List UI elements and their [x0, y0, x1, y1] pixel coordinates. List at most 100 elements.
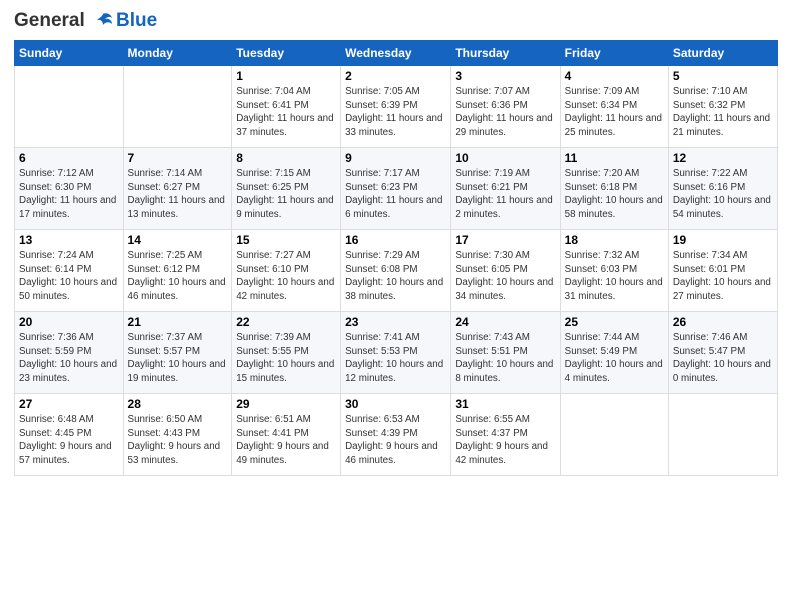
day-detail: Sunrise: 6:55 AMSunset: 4:37 PMDaylight:… — [455, 413, 555, 468]
day-detail: Sunrise: 7:41 AMSunset: 5:53 PMDaylight:… — [345, 331, 446, 386]
day-detail: Sunrise: 7:15 AMSunset: 6:25 PMDaylight:… — [236, 167, 336, 222]
calendar-cell: 5 Sunrise: 7:10 AMSunset: 6:32 PMDaylight… — [668, 66, 777, 148]
calendar-cell: 6 Sunrise: 7:12 AMSunset: 6:30 PMDaylight… — [15, 148, 124, 230]
calendar-cell: 15Sunrise: 7:27 AMSunset: 6:10 PMDayligh… — [232, 230, 341, 312]
calendar-cell: 30 Sunrise: 6:53 AMSunset: 4:39 PMDayligh… — [341, 394, 451, 476]
logo-bird-icon — [92, 10, 114, 32]
calendar-cell: 26 Sunrise: 7:46 AMSunset: 5:47 PMDayligh… — [668, 312, 777, 394]
day-number: 24 — [455, 315, 555, 329]
day-number: 19 — [673, 233, 773, 247]
calendar-cell: 4 Sunrise: 7:09 AMSunset: 6:34 PMDaylight… — [560, 66, 668, 148]
calendar-cell: 18 Sunrise: 7:32 AMSunset: 6:03 PMDayligh… — [560, 230, 668, 312]
calendar-cell: 2 Sunrise: 7:05 AMSunset: 6:39 PMDaylight… — [341, 66, 451, 148]
day-number: 6 — [19, 151, 119, 165]
day-number: 20 — [19, 315, 119, 329]
calendar-cell: 14Sunrise: 7:25 AMSunset: 6:12 PMDayligh… — [123, 230, 232, 312]
calendar-cell: 24 Sunrise: 7:43 AMSunset: 5:51 PMDayligh… — [451, 312, 560, 394]
weekday-header-row: SundayMondayTuesdayWednesdayThursdayFrid… — [15, 41, 778, 66]
calendar-cell: 9 Sunrise: 7:17 AMSunset: 6:23 PMDaylight… — [341, 148, 451, 230]
calendar-week-row: 20 Sunrise: 7:36 AMSunset: 5:59 PMDayligh… — [15, 312, 778, 394]
day-detail: Sunrise: 7:10 AMSunset: 6:32 PMDaylight:… — [673, 85, 773, 140]
day-detail: Sunrise: 7:30 AMSunset: 6:05 PMDaylight:… — [455, 249, 555, 304]
day-number: 3 — [455, 69, 555, 83]
day-detail: Sunrise: 7:04 AMSunset: 6:41 PMDaylight:… — [236, 85, 336, 140]
day-number: 2 — [345, 69, 446, 83]
day-detail: Sunrise: 7:39 AMSunset: 5:55 PMDaylight:… — [236, 331, 336, 386]
day-number: 27 — [19, 397, 119, 411]
day-number: 15 — [236, 233, 336, 247]
day-number: 1 — [236, 69, 336, 83]
calendar-cell: 25 Sunrise: 7:44 AMSunset: 5:49 PMDayligh… — [560, 312, 668, 394]
day-number: 18 — [565, 233, 664, 247]
calendar-cell: 23 Sunrise: 7:41 AMSunset: 5:53 PMDayligh… — [341, 312, 451, 394]
calendar-week-row: 13 Sunrise: 7:24 AMSunset: 6:14 PMDayligh… — [15, 230, 778, 312]
logo: General Blue — [14, 10, 157, 32]
calendar-cell: 11Sunrise: 7:20 AMSunset: 6:18 PMDayligh… — [560, 148, 668, 230]
calendar-cell: 27 Sunrise: 6:48 AMSunset: 4:45 PMDayligh… — [15, 394, 124, 476]
day-detail: Sunrise: 6:51 AMSunset: 4:41 PMDaylight:… — [236, 413, 336, 468]
day-detail: Sunrise: 7:34 AMSunset: 6:01 PMDaylight:… — [673, 249, 773, 304]
day-detail: Sunrise: 6:48 AMSunset: 4:45 PMDaylight:… — [19, 413, 119, 468]
day-detail: Sunrise: 7:29 AMSunset: 6:08 PMDaylight:… — [345, 249, 446, 304]
day-detail: Sunrise: 7:46 AMSunset: 5:47 PMDaylight:… — [673, 331, 773, 386]
weekday-header-thursday: Thursday — [451, 41, 560, 66]
day-detail: Sunrise: 7:17 AMSunset: 6:23 PMDaylight:… — [345, 167, 446, 222]
weekday-header-friday: Friday — [560, 41, 668, 66]
day-detail: Sunrise: 6:50 AMSunset: 4:43 PMDaylight:… — [128, 413, 228, 468]
day-number: 21 — [128, 315, 228, 329]
day-number: 10 — [455, 151, 555, 165]
day-number: 12 — [673, 151, 773, 165]
calendar-cell: 13 Sunrise: 7:24 AMSunset: 6:14 PMDayligh… — [15, 230, 124, 312]
calendar-cell: 19 Sunrise: 7:34 AMSunset: 6:01 PMDayligh… — [668, 230, 777, 312]
day-detail: Sunrise: 7:37 AMSunset: 5:57 PMDaylight:… — [128, 331, 228, 386]
calendar-cell — [668, 394, 777, 476]
calendar-cell: 1 Sunrise: 7:04 AMSunset: 6:41 PMDaylight… — [232, 66, 341, 148]
day-number: 5 — [673, 69, 773, 83]
weekday-header-wednesday: Wednesday — [341, 41, 451, 66]
day-number: 17 — [455, 233, 555, 247]
day-detail: Sunrise: 7:05 AMSunset: 6:39 PMDaylight:… — [345, 85, 446, 140]
day-detail: Sunrise: 7:22 AMSunset: 6:16 PMDaylight:… — [673, 167, 773, 222]
day-detail: Sunrise: 7:14 AMSunset: 6:27 PMDaylight:… — [128, 167, 228, 222]
day-detail: Sunrise: 7:09 AMSunset: 6:34 PMDaylight:… — [565, 85, 664, 140]
calendar-week-row: 6 Sunrise: 7:12 AMSunset: 6:30 PMDaylight… — [15, 148, 778, 230]
day-number: 22 — [236, 315, 336, 329]
weekday-header-saturday: Saturday — [668, 41, 777, 66]
day-detail: Sunrise: 7:43 AMSunset: 5:51 PMDaylight:… — [455, 331, 555, 386]
calendar-cell: 28 Sunrise: 6:50 AMSunset: 4:43 PMDayligh… — [123, 394, 232, 476]
day-detail: Sunrise: 7:44 AMSunset: 5:49 PMDaylight:… — [565, 331, 664, 386]
day-number: 26 — [673, 315, 773, 329]
day-number: 8 — [236, 151, 336, 165]
calendar-week-row: 27 Sunrise: 6:48 AMSunset: 4:45 PMDayligh… — [15, 394, 778, 476]
calendar-cell: 3 Sunrise: 7:07 AMSunset: 6:36 PMDaylight… — [451, 66, 560, 148]
day-number: 31 — [455, 397, 555, 411]
calendar-cell: 21 Sunrise: 7:37 AMSunset: 5:57 PMDayligh… — [123, 312, 232, 394]
day-detail: Sunrise: 7:32 AMSunset: 6:03 PMDaylight:… — [565, 249, 664, 304]
day-number: 7 — [128, 151, 228, 165]
day-detail: Sunrise: 7:20 AMSunset: 6:18 PMDaylight:… — [565, 167, 664, 222]
calendar-cell: 22 Sunrise: 7:39 AMSunset: 5:55 PMDayligh… — [232, 312, 341, 394]
calendar-cell: 16Sunrise: 7:29 AMSunset: 6:08 PMDayligh… — [341, 230, 451, 312]
calendar-cell: 12 Sunrise: 7:22 AMSunset: 6:16 PMDayligh… — [668, 148, 777, 230]
calendar-cell: 29 Sunrise: 6:51 AMSunset: 4:41 PMDayligh… — [232, 394, 341, 476]
weekday-header-monday: Monday — [123, 41, 232, 66]
day-detail: Sunrise: 6:53 AMSunset: 4:39 PMDaylight:… — [345, 413, 446, 468]
calendar-cell: 31 Sunrise: 6:55 AMSunset: 4:37 PMDayligh… — [451, 394, 560, 476]
calendar-cell: 20 Sunrise: 7:36 AMSunset: 5:59 PMDayligh… — [15, 312, 124, 394]
day-detail: Sunrise: 7:24 AMSunset: 6:14 PMDaylight:… — [19, 249, 119, 304]
day-number: 30 — [345, 397, 446, 411]
day-number: 4 — [565, 69, 664, 83]
day-detail: Sunrise: 7:12 AMSunset: 6:30 PMDaylight:… — [19, 167, 119, 222]
logo-text-blue: Blue — [116, 11, 157, 32]
calendar-cell: 8 Sunrise: 7:15 AMSunset: 6:25 PMDaylight… — [232, 148, 341, 230]
day-detail: Sunrise: 7:25 AMSunset: 6:12 PMDaylight:… — [128, 249, 228, 304]
day-number: 28 — [128, 397, 228, 411]
day-number: 23 — [345, 315, 446, 329]
day-number: 13 — [19, 233, 119, 247]
calendar-cell: 17 Sunrise: 7:30 AMSunset: 6:05 PMDayligh… — [451, 230, 560, 312]
day-number: 25 — [565, 315, 664, 329]
day-detail: Sunrise: 7:36 AMSunset: 5:59 PMDaylight:… — [19, 331, 119, 386]
day-number: 29 — [236, 397, 336, 411]
day-number: 9 — [345, 151, 446, 165]
day-detail: Sunrise: 7:07 AMSunset: 6:36 PMDaylight:… — [455, 85, 555, 140]
